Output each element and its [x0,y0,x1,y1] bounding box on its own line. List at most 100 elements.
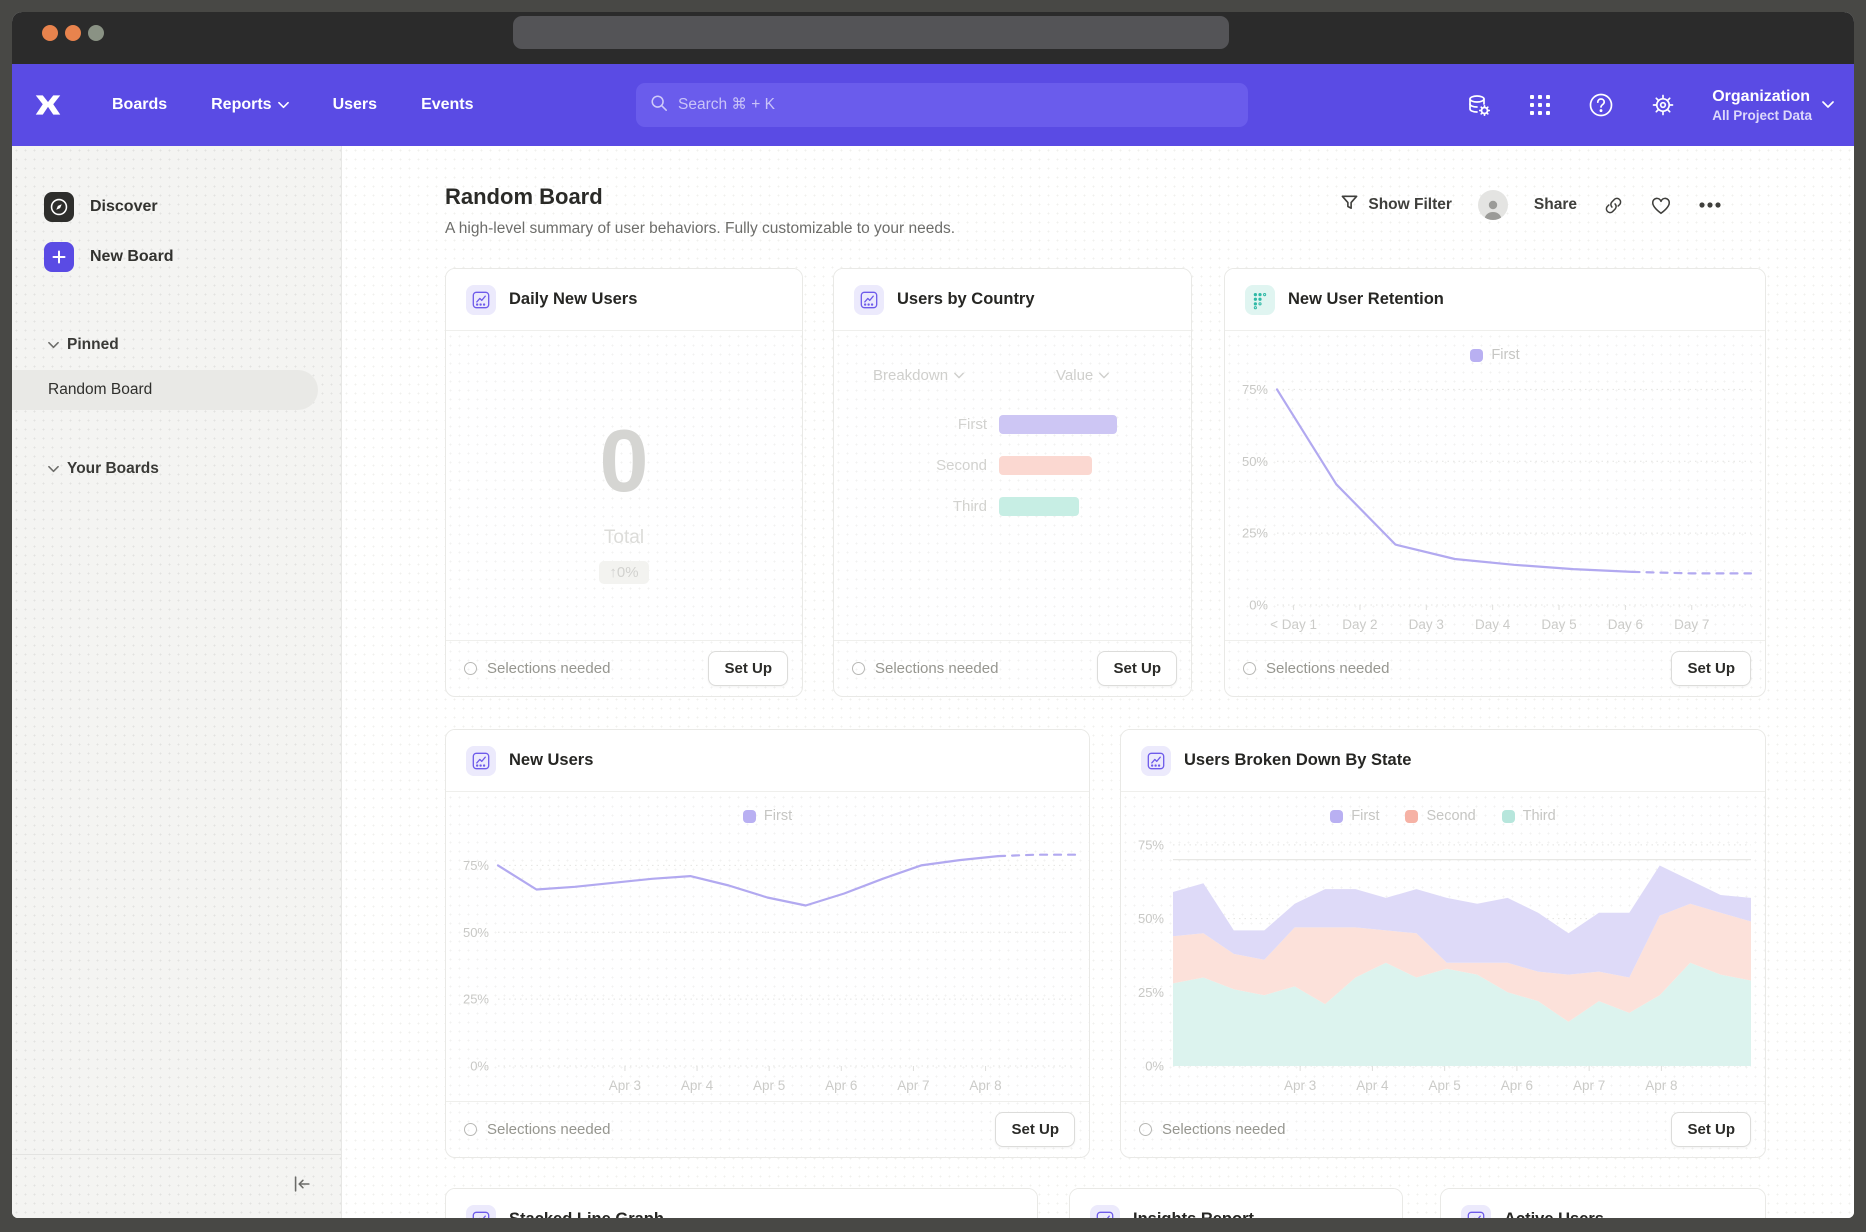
card-users-by-country: Users by Country Breakdown Value [833,268,1192,697]
svg-text:75%: 75% [1138,837,1164,852]
insights-chart-icon [466,1205,496,1219]
copy-link-icon[interactable] [1603,195,1624,216]
svg-text:Apr 8: Apr 8 [969,1078,1001,1093]
new-users-line-chart: 0%25%50%75%Apr 3Apr 4Apr 5Apr 6Apr 7Apr … [446,826,1089,1098]
data-management-icon[interactable] [1466,92,1492,118]
card-title: New Users [509,751,593,770]
settings-gear-icon[interactable] [1650,92,1676,118]
svg-text:75%: 75% [1242,382,1268,397]
traffic-lights [42,25,104,41]
value-bar [999,497,1079,516]
avatar[interactable] [1478,190,1508,220]
set-up-button[interactable]: Set Up [708,651,788,686]
show-filter-button[interactable]: Show Filter [1340,193,1452,217]
svg-text:0%: 0% [470,1059,489,1074]
svg-text:0%: 0% [1145,1059,1164,1074]
insights-chart-icon [1141,746,1171,776]
set-up-button[interactable]: Set Up [1097,651,1177,686]
sidebar-item-discover[interactable]: Discover [12,184,341,230]
card-title: New User Retention [1288,290,1444,309]
org-switcher[interactable]: Organization All Project Data [1712,88,1834,123]
insights-chart-icon [1461,1205,1491,1219]
board-actions: Show Filter Share [1340,190,1722,220]
card-title: Insights Report [1133,1210,1254,1218]
metric-label: Total [604,527,644,549]
sidebar-section-your-boards[interactable]: Your Boards [12,454,341,484]
search-input[interactable] [678,96,1234,114]
address-bar[interactable] [513,16,1229,49]
insights-chart-icon [466,746,496,776]
sidebar-section-pinned[interactable]: Pinned [12,330,341,360]
chart-legend: First [446,806,1089,826]
collapse-sidebar-icon[interactable] [291,1173,313,1200]
value-bar [999,415,1117,434]
chevron-down-icon [1822,96,1834,114]
filter-funnel-icon [1340,193,1359,217]
legend-entry: First [1330,808,1379,824]
app-navbar: Boards Reports Users Events [12,64,1854,146]
value-bar [999,456,1092,475]
svg-text:Apr 5: Apr 5 [753,1078,785,1093]
status-selections-needed: Selections needed [1139,1121,1285,1138]
card-title: Stacked Line Graph [509,1210,664,1218]
more-options-icon[interactable] [1698,201,1722,209]
set-up-button[interactable]: Set Up [1671,1112,1751,1147]
nav-events[interactable]: Events [421,96,473,114]
radio-circle-icon [1139,1123,1152,1136]
help-icon[interactable] [1588,92,1614,118]
insights-chart-icon [466,285,496,315]
card-title: Active Users [1504,1210,1604,1218]
global-search[interactable] [636,83,1248,127]
chart-legend: FirstSecondThird [1121,806,1765,826]
set-up-button[interactable]: Set Up [1671,651,1751,686]
state-area-chart: 0%25%50%75%Apr 3Apr 4Apr 5Apr 6Apr 7Apr … [1121,826,1765,1098]
status-selections-needed: Selections needed [852,660,998,677]
legend-entry: First [1470,347,1519,363]
insights-chart-icon [1090,1205,1120,1219]
chart-legend: First [1225,345,1765,365]
window-minimize-button[interactable] [65,25,81,41]
sidebar-item-random-board[interactable]: Random Board [12,370,318,410]
window-zoom-button[interactable] [88,25,104,41]
breakdown-column-dropdown[interactable]: Breakdown [873,367,964,384]
page-description: A high-level summary of user behaviors. … [445,220,955,238]
svg-text:Apr 4: Apr 4 [681,1078,714,1093]
legend-swatch [743,810,756,823]
window-close-button[interactable] [42,25,58,41]
status-selections-needed: Selections needed [464,660,610,677]
legend-entry: Second [1405,808,1475,824]
card-stacked-line-graph: Stacked Line Graph [445,1188,1038,1218]
svg-text:Apr 7: Apr 7 [1573,1078,1605,1093]
status-selections-needed: Selections needed [1243,660,1389,677]
nav-reports[interactable]: Reports [211,96,288,114]
favorite-heart-icon[interactable] [1650,195,1672,216]
sidebar-footer [12,1154,341,1218]
radio-circle-icon [464,662,477,675]
search-icon [650,94,668,117]
card-title: Users Broken Down By State [1184,751,1411,770]
legend-swatch [1502,810,1515,823]
svg-text:Day 6: Day 6 [1608,617,1643,632]
discover-label: Discover [90,198,158,216]
sidebar-item-new-board[interactable]: New Board [12,234,341,280]
svg-text:0%: 0% [1249,598,1268,613]
mixpanel-logo-icon[interactable] [34,90,64,120]
legend-swatch [1330,810,1343,823]
card-daily-new-users: Daily New Users 0 Total ↑0% Selections n… [445,268,803,697]
board-main: Random Board A high-level summary of use… [342,146,1854,1218]
legend-entry: First [743,808,792,824]
nav-users[interactable]: Users [333,96,377,114]
table-row: First [834,415,1117,434]
set-up-button[interactable]: Set Up [995,1112,1075,1147]
compass-icon [44,192,74,222]
nav-boards[interactable]: Boards [112,96,167,114]
svg-text:Day 5: Day 5 [1541,617,1576,632]
value-column-dropdown[interactable]: Value [1056,367,1109,384]
share-button[interactable]: Share [1534,196,1577,214]
chevron-down-icon [48,465,59,473]
table-row: Second [834,456,1092,475]
chevron-down-icon [278,96,289,114]
svg-text:75%: 75% [463,858,489,873]
card-title: Users by Country [897,290,1035,309]
apps-grid-icon[interactable] [1528,93,1552,117]
